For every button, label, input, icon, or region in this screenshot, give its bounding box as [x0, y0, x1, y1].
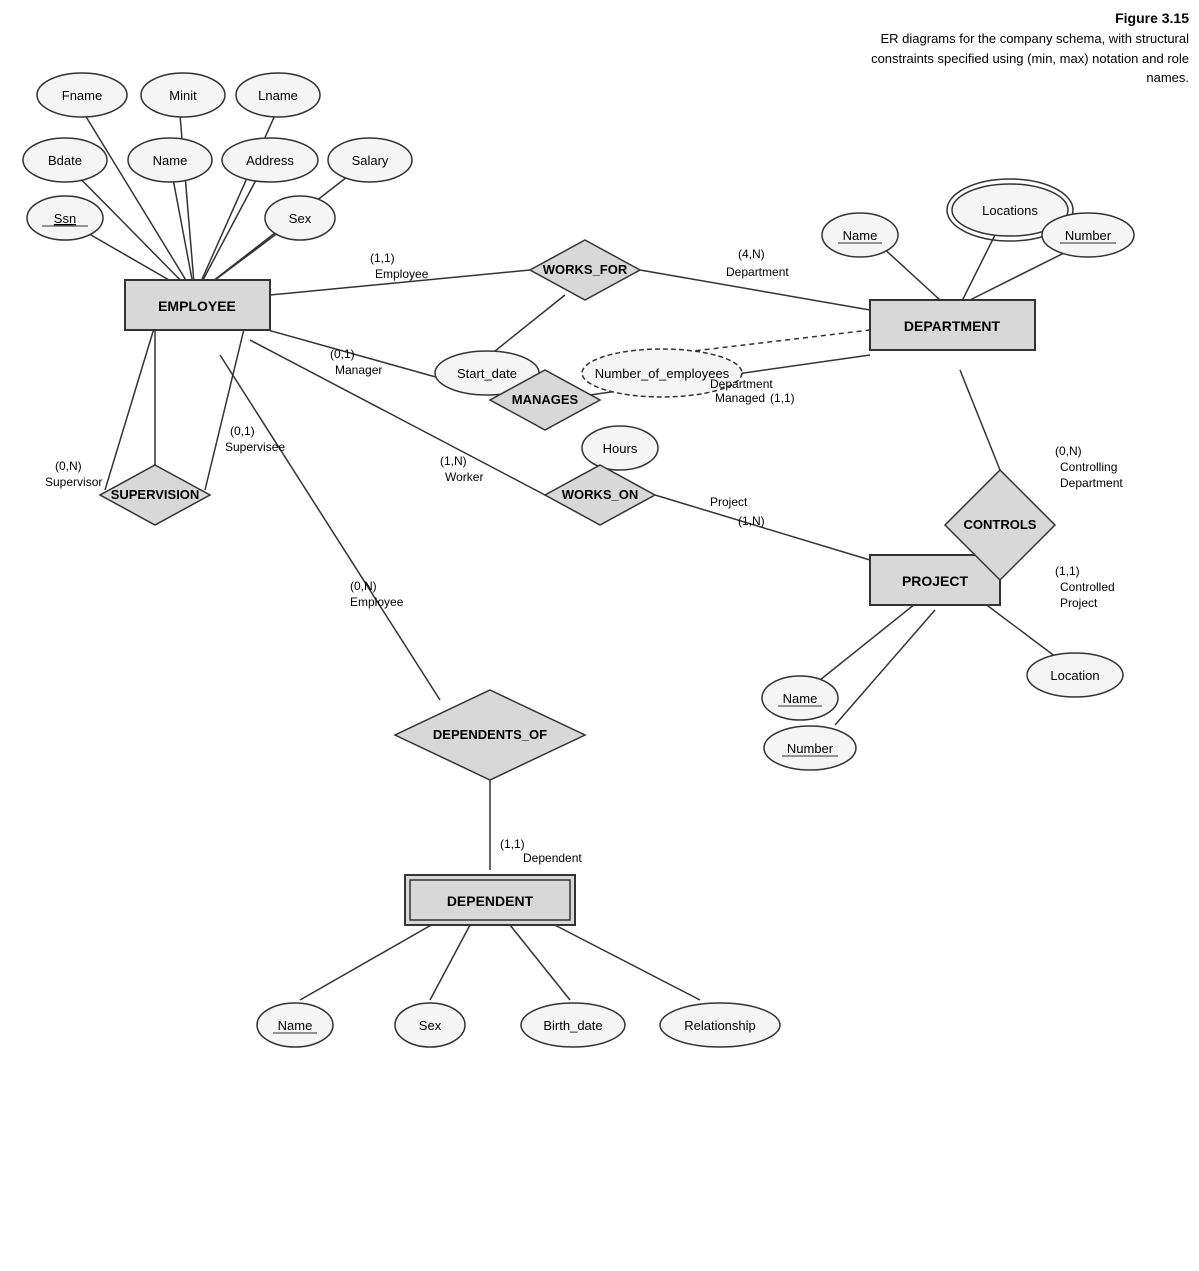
svg-text:Ssn: Ssn	[54, 211, 76, 226]
svg-text:Locations: Locations	[982, 203, 1038, 218]
svg-text:Project: Project	[710, 495, 748, 509]
svg-text:(0,N): (0,N)	[350, 579, 377, 593]
svg-text:WORKS_FOR: WORKS_FOR	[543, 262, 628, 277]
svg-text:Department: Department	[726, 265, 789, 279]
svg-text:(0,N): (0,N)	[55, 459, 82, 473]
svg-text:DEPENDENTS_OF: DEPENDENTS_OF	[433, 727, 547, 742]
svg-text:Start_date: Start_date	[457, 366, 517, 381]
svg-text:(1,1): (1,1)	[370, 251, 395, 265]
svg-text:Department: Department	[710, 377, 773, 391]
svg-text:SUPERVISION: SUPERVISION	[111, 487, 200, 502]
svg-text:Worker: Worker	[445, 470, 483, 484]
diagram-container: Figure 3.15 ER diagrams for the company …	[0, 0, 1199, 1271]
svg-text:Bdate: Bdate	[48, 153, 82, 168]
svg-text:Name: Name	[278, 1018, 313, 1033]
svg-text:Salary: Salary	[352, 153, 389, 168]
svg-text:Supervisor: Supervisor	[45, 475, 102, 489]
svg-text:Name: Name	[783, 691, 818, 706]
svg-text:Birth_date: Birth_date	[543, 1018, 602, 1033]
svg-text:(1,1): (1,1)	[1055, 564, 1080, 578]
svg-text:Hours: Hours	[603, 441, 638, 456]
svg-text:Manager: Manager	[335, 363, 382, 377]
svg-text:Department: Department	[1060, 476, 1123, 490]
svg-text:Controlling: Controlling	[1060, 460, 1117, 474]
svg-text:Supervisee: Supervisee	[225, 440, 285, 454]
svg-text:Sex: Sex	[289, 211, 312, 226]
svg-text:Name: Name	[153, 153, 188, 168]
svg-text:Relationship: Relationship	[684, 1018, 756, 1033]
svg-text:EMPLOYEE: EMPLOYEE	[158, 298, 236, 314]
svg-text:Project: Project	[1060, 596, 1098, 610]
svg-text:(1,1): (1,1)	[770, 391, 795, 405]
svg-text:(4,N): (4,N)	[738, 247, 765, 261]
svg-text:Number: Number	[787, 741, 834, 756]
svg-text:(1,1): (1,1)	[500, 837, 525, 851]
svg-text:Location: Location	[1050, 668, 1099, 683]
svg-text:Employee: Employee	[375, 267, 429, 281]
svg-text:(0,1): (0,1)	[330, 347, 355, 361]
svg-text:WORKS_ON: WORKS_ON	[562, 487, 639, 502]
svg-text:Number: Number	[1065, 228, 1112, 243]
svg-text:(0,1): (0,1)	[230, 424, 255, 438]
svg-text:(1,N): (1,N)	[440, 454, 467, 468]
svg-text:Lname: Lname	[258, 88, 298, 103]
svg-text:Address: Address	[246, 153, 294, 168]
svg-text:Controlled: Controlled	[1060, 580, 1115, 594]
svg-text:(0,N): (0,N)	[1055, 444, 1082, 458]
svg-text:Name: Name	[843, 228, 878, 243]
svg-text:PROJECT: PROJECT	[902, 573, 969, 589]
svg-text:MANAGES: MANAGES	[512, 392, 579, 407]
svg-text:Employee: Employee	[350, 595, 404, 609]
svg-text:Managed: Managed	[715, 391, 765, 405]
er-diagram-svg: Fname Minit Lname Bdate Name Address Sal…	[0, 0, 1199, 1271]
svg-text:Minit: Minit	[169, 88, 197, 103]
svg-text:CONTROLS: CONTROLS	[964, 517, 1037, 532]
svg-text:Sex: Sex	[419, 1018, 442, 1033]
svg-text:DEPARTMENT: DEPARTMENT	[904, 318, 1001, 334]
svg-text:DEPENDENT: DEPENDENT	[447, 893, 534, 909]
svg-text:(1,N): (1,N)	[738, 514, 765, 528]
svg-text:Dependent: Dependent	[523, 851, 582, 865]
svg-text:Fname: Fname	[62, 88, 102, 103]
